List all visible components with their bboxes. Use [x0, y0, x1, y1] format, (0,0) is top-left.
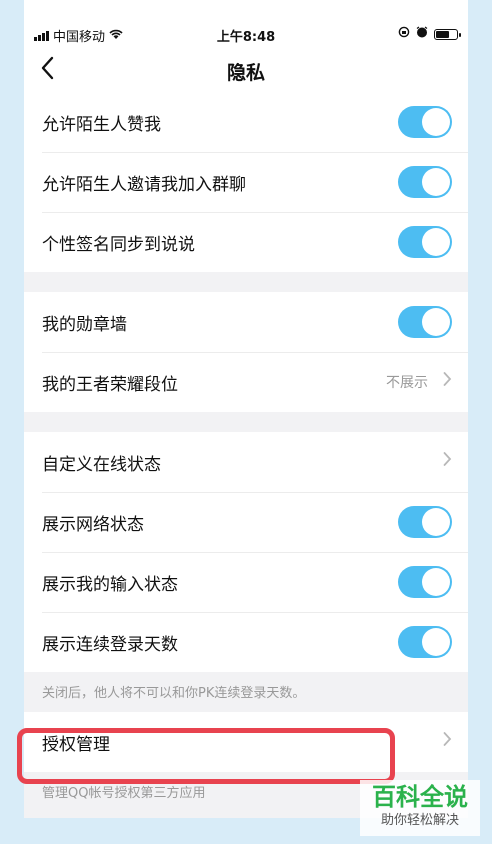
chevron-right-icon	[443, 451, 452, 472]
setting-value: 不展示	[386, 375, 428, 391]
settings-group-display: 我的勋章墙 我的王者荣耀段位 不展示	[24, 292, 468, 412]
watermark-subtitle: 助你轻松解决	[380, 813, 459, 828]
battery-icon	[434, 28, 461, 40]
chevron-right-icon	[443, 371, 452, 392]
setting-row[interactable]: 展示连续登录天数	[24, 612, 468, 672]
setting-label: 展示我的输入状态	[42, 574, 178, 595]
setting-label: 我的勋章墙	[42, 314, 127, 335]
setting-row[interactable]: 自定义在线状态	[24, 432, 468, 492]
setting-label: 展示网络状态	[42, 514, 144, 535]
setting-label: 展示连续登录天数	[42, 634, 178, 655]
setting-label: 允许陌生人赞我	[42, 114, 161, 135]
nav-bar: 隐私	[24, 48, 468, 92]
toggle-switch[interactable]	[398, 566, 452, 598]
setting-label: 允许陌生人邀请我加入群聊	[42, 174, 246, 195]
highlight-box	[17, 728, 395, 784]
setting-label: 自定义在线状态	[42, 454, 161, 475]
settings-group-stranger: 允许陌生人赞我 允许陌生人邀请我加入群聊 个性签名同步到说说	[24, 92, 468, 272]
page-title: 隐私	[226, 62, 265, 84]
settings-group-status: 自定义在线状态 展示网络状态 展示我的输入状态 展示连续登录天数	[24, 432, 468, 672]
setting-row[interactable]: 允许陌生人赞我	[24, 92, 468, 152]
watermark: 百科全说 助你轻松解决	[360, 780, 480, 836]
rotation-lock-icon	[398, 26, 410, 42]
setting-row[interactable]: 允许陌生人邀请我加入群聊	[24, 152, 468, 212]
setting-row[interactable]: 我的勋章墙	[24, 292, 468, 352]
setting-label: 我的王者荣耀段位	[42, 374, 178, 395]
phone-screen: 中国移动 上午8:48 隐私 允许陌生人赞我 允许陌生人邀请我加入群聊 个性签名…	[24, 0, 468, 818]
toggle-switch[interactable]	[398, 306, 452, 338]
toggle-switch[interactable]	[398, 166, 452, 198]
footnote: 关闭后，他人将不可以和你PK连续登录天数。	[42, 686, 306, 701]
setting-row[interactable]: 个性签名同步到说说	[24, 212, 468, 272]
settings-content: 允许陌生人赞我 允许陌生人邀请我加入群聊 个性签名同步到说说 我的勋章墙 我的王…	[24, 92, 468, 812]
setting-label: 个性签名同步到说说	[42, 234, 195, 255]
toggle-switch[interactable]	[398, 506, 452, 538]
toggle-switch[interactable]	[398, 226, 452, 258]
toggle-switch[interactable]	[398, 626, 452, 658]
alarm-icon	[416, 26, 428, 42]
setting-row[interactable]: 展示我的输入状态	[24, 552, 468, 612]
setting-row[interactable]: 展示网络状态	[24, 492, 468, 552]
watermark-title: 百科全说	[372, 783, 468, 811]
chevron-right-icon	[443, 731, 452, 752]
toggle-switch[interactable]	[398, 106, 452, 138]
setting-row[interactable]: 我的王者荣耀段位 不展示	[24, 352, 468, 412]
status-right	[398, 26, 461, 42]
